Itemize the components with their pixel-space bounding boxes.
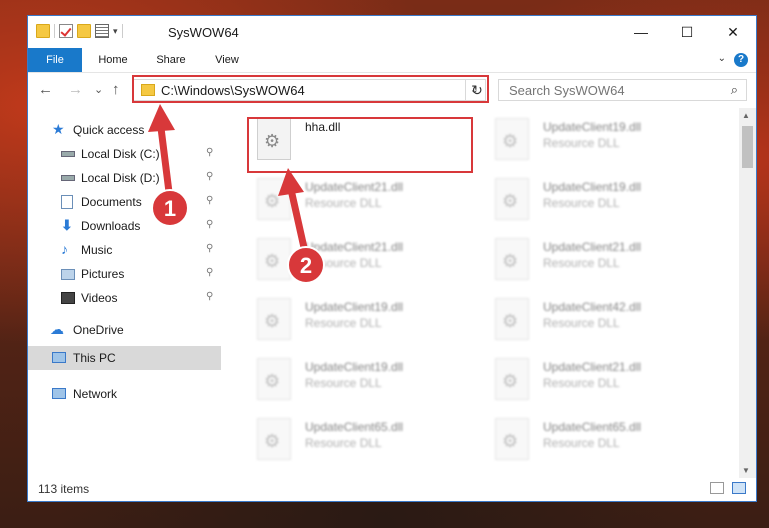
step-1-label: 1 xyxy=(164,196,176,221)
arrow-1 xyxy=(148,104,175,204)
step-2-label: 2 xyxy=(300,253,312,278)
arrow-2 xyxy=(278,168,309,256)
annotation-overlay: 1 2 xyxy=(148,104,325,284)
